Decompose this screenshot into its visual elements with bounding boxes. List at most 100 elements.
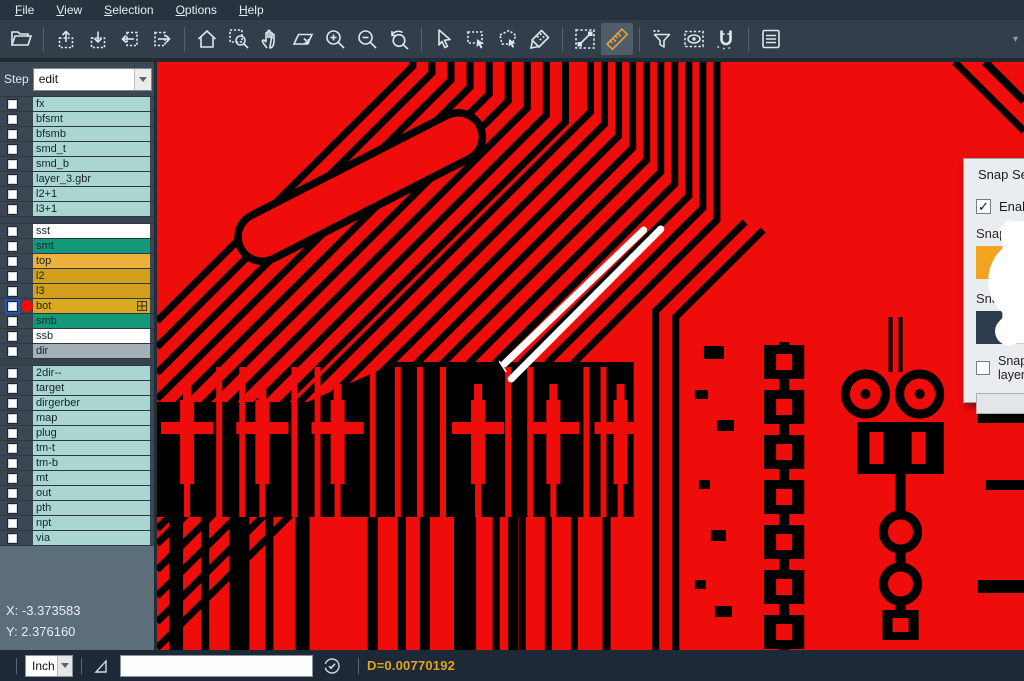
command-input[interactable] (120, 655, 313, 677)
layer-label[interactable]: plug (33, 426, 150, 440)
layer-row-plug[interactable]: plug (0, 426, 154, 441)
layer-visibility-checkbox[interactable] (7, 286, 18, 297)
layer-row-out[interactable]: out (0, 486, 154, 501)
layer-label[interactable]: l2 (33, 269, 150, 283)
layer-visibility-checkbox[interactable] (7, 383, 18, 394)
layer-label[interactable]: npt (33, 516, 150, 530)
menu-item-selection[interactable]: Selection (93, 0, 164, 20)
zoom-in-button[interactable] (319, 23, 351, 55)
layer-visibility-checkbox[interactable] (7, 271, 18, 282)
layer-visibility-checkbox[interactable] (7, 413, 18, 424)
unit-combobox[interactable]: Inch (25, 655, 73, 677)
open-folder-button[interactable] (5, 23, 37, 55)
layer-visibility-checkbox[interactable] (7, 428, 18, 439)
grid-icon[interactable] (137, 301, 147, 311)
apply-check-icon[interactable] (322, 656, 342, 676)
step-combobox[interactable]: edit (33, 68, 152, 91)
layer-label[interactable]: map (33, 411, 150, 425)
layer-label[interactable]: mt (33, 471, 150, 485)
layer-visibility-checkbox[interactable] (7, 159, 18, 170)
layer-visibility-checkbox[interactable] (7, 443, 18, 454)
shift-left-button[interactable] (114, 23, 146, 55)
layer-visibility-checkbox[interactable] (7, 226, 18, 237)
zoom-out-button[interactable] (351, 23, 383, 55)
layer-visibility-checkbox[interactable] (7, 346, 18, 357)
layer-label[interactable]: smd_t (33, 142, 150, 156)
layer-visibility-checkbox[interactable] (7, 144, 18, 155)
layer-label[interactable]: fx (33, 97, 150, 111)
layer-visibility-checkbox[interactable] (7, 473, 18, 484)
menu-item-help[interactable]: Help (228, 0, 275, 20)
layer-label[interactable]: bfsmt (33, 112, 150, 126)
pcb-canvas[interactable]: Snap Settings x ✓ Enable Snapping Snap F… (157, 62, 1024, 650)
layer-row-pth[interactable]: pth (0, 501, 154, 516)
layer-row-bfsmt[interactable]: bfsmt (0, 112, 154, 127)
layer-row-bfsmb[interactable]: bfsmb (0, 127, 154, 142)
layer-row-fx[interactable]: fx (0, 97, 154, 112)
layer-row-map[interactable]: map (0, 411, 154, 426)
layer-row-dirgerber[interactable]: dirgerber (0, 396, 154, 411)
layer-row-dir[interactable]: dir (0, 344, 154, 359)
layer-row-bot[interactable]: bot (0, 299, 154, 314)
layer-label[interactable]: tm-b (33, 456, 150, 470)
layer-label[interactable]: smb (33, 314, 150, 328)
layer-visibility-checkbox[interactable] (7, 368, 18, 379)
layer-row-l3+1[interactable]: l3+1 (0, 202, 154, 217)
layer-row-smd_b[interactable]: smd_b (0, 157, 154, 172)
layer-label[interactable]: sst (33, 224, 150, 238)
layer-visibility-checkbox[interactable] (7, 331, 18, 342)
layer-label[interactable]: tm-t (33, 441, 150, 455)
layer-label[interactable]: layer_3.gbr (33, 172, 150, 186)
layer-visibility-checkbox[interactable] (7, 518, 18, 529)
layer-row-tm-b[interactable]: tm-b (0, 456, 154, 471)
layer-label[interactable]: ssb (33, 329, 150, 343)
measure-ruler-button[interactable] (601, 23, 633, 55)
menu-item-file[interactable]: File (4, 0, 45, 20)
layer-row-sst[interactable]: sst (0, 224, 154, 239)
layer-label[interactable]: l3+1 (33, 202, 150, 216)
layer-label[interactable]: pth (33, 501, 150, 515)
layer-label[interactable]: dirgerber (33, 396, 150, 410)
layer-visibility-checkbox[interactable] (7, 458, 18, 469)
shift-right-button[interactable] (146, 23, 178, 55)
layer-visibility-checkbox[interactable] (7, 316, 18, 327)
layer-label[interactable]: via (33, 531, 150, 545)
layer-visibility-checkbox[interactable] (7, 174, 18, 185)
report-list-button[interactable] (755, 23, 787, 55)
home-view-button[interactable] (191, 23, 223, 55)
snap-magnet-button[interactable] (710, 23, 742, 55)
layer-label[interactable]: target (33, 381, 150, 395)
layer-row-layer_3.gbr[interactable]: layer_3.gbr (0, 172, 154, 187)
layer-label[interactable]: out (33, 486, 150, 500)
view-pan-button[interactable] (287, 23, 319, 55)
layer-row-smd_t[interactable]: smd_t (0, 142, 154, 157)
layer-label[interactable]: top (33, 254, 150, 268)
layer-label[interactable]: smd_b (33, 157, 150, 171)
layer-visibility-checkbox[interactable] (7, 114, 18, 125)
layer-row-mt[interactable]: mt (0, 471, 154, 486)
layer-label[interactable]: dir (33, 344, 150, 358)
layer-row-ssb[interactable]: ssb (0, 329, 154, 344)
layer-label[interactable]: l3 (33, 284, 150, 298)
layer-row-smt[interactable]: smt (0, 239, 154, 254)
layer-visibility-checkbox[interactable] (7, 204, 18, 215)
layer-row-l2[interactable]: l2 (0, 269, 154, 284)
layer-visibility-checkbox[interactable] (7, 189, 18, 200)
unit-dropdown-button[interactable] (57, 656, 72, 676)
layer-row-l2+1[interactable]: l2+1 (0, 187, 154, 202)
layer-visibility-checkbox[interactable] (7, 503, 18, 514)
filter-funnel-button[interactable] (646, 23, 678, 55)
measure-line-button[interactable] (569, 23, 601, 55)
step-dropdown-button[interactable] (134, 69, 151, 90)
layer-visibility-checkbox[interactable] (7, 129, 18, 140)
layer-label[interactable]: smt (33, 239, 150, 253)
shift-up-button[interactable] (50, 23, 82, 55)
layer-visibility-checkbox[interactable] (7, 488, 18, 499)
select-rectangle-button[interactable] (460, 23, 492, 55)
layer-row-2dir--[interactable]: 2dir-- (0, 366, 154, 381)
layer-row-smb[interactable]: smb (0, 314, 154, 329)
layer-row-target[interactable]: target (0, 381, 154, 396)
layer-row-npt[interactable]: npt (0, 516, 154, 531)
layer-visibility-checkbox[interactable] (7, 301, 18, 312)
zoom-previous-button[interactable] (383, 23, 415, 55)
